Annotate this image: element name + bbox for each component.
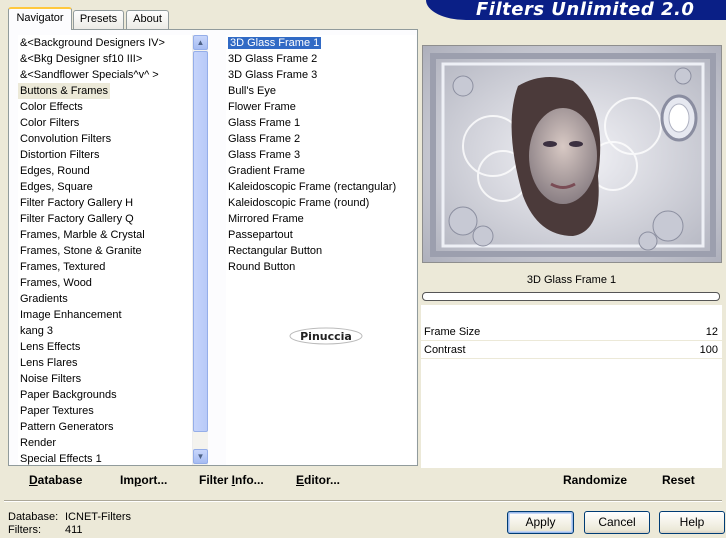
filter-item[interactable]: Round Button [226,259,416,275]
status-database-label: Database: [8,511,59,523]
category-item[interactable]: Color Filters [18,115,192,131]
filter-item[interactable]: 3D Glass Frame 2 [226,51,416,67]
filter-item-label: Passepartout [228,229,293,241]
category-item[interactable]: Paper Textures [18,403,192,419]
tab-navigator[interactable]: Navigator [8,7,72,30]
category-item[interactable]: Pattern Generators [18,419,192,435]
filter-info-button[interactable]: Filter Info... [199,473,264,487]
category-item[interactable]: &<Background Designers IV> [18,35,192,51]
category-item[interactable]: Lens Flares [18,355,192,371]
category-item[interactable]: &<Bkg Designer sf10 III> [18,51,192,67]
status-database-value: ICNET-Filters [65,511,131,523]
tab-presets[interactable]: Presets [73,10,124,29]
filter-item[interactable]: Passepartout [226,227,416,243]
param-slider[interactable]: Frame Size 12 [421,323,722,341]
category-item[interactable]: Lens Effects [18,339,192,355]
filter-item-label: Glass Frame 1 [228,117,301,129]
filter-item[interactable]: Kaleidoscopic Frame (rectangular) [226,179,416,195]
category-item[interactable]: Edges, Square [18,179,192,195]
filter-item-label: 3D Glass Frame 1 [228,37,322,49]
database-button[interactable]: Database [29,473,82,487]
apply-button[interactable]: Apply [507,511,574,534]
category-item[interactable]: Frames, Stone & Granite [18,243,192,259]
preview-filter-name: 3D Glass Frame 1 [421,268,722,292]
filter-item-label: Kaleidoscopic Frame (rectangular) [228,181,397,193]
scroll-thumb[interactable] [193,51,208,432]
scroll-down-button[interactable]: ▼ [193,449,208,464]
reset-button[interactable]: Reset [662,473,695,487]
filter-item[interactable]: 3D Glass Frame 1 [226,35,416,51]
category-item[interactable]: Noise Filters [18,371,192,387]
param-label: Contrast [424,344,466,356]
scroll-up-button[interactable]: ▲ [193,35,208,50]
category-item[interactable]: Buttons & Frames [18,83,111,99]
filter-item-label: Rectangular Button [228,245,323,257]
watermark-text: Pinuccia [300,330,352,343]
filter-item-label: Kaleidoscopic Frame (round) [228,197,370,209]
category-item[interactable]: Filter Factory Gallery H [18,195,192,211]
filter-item-label: Mirrored Frame [228,213,304,225]
progress-bar [422,292,720,301]
category-scrollbar[interactable]: ▲ ▼ [192,35,208,465]
category-item[interactable]: Convolution Filters [18,131,192,147]
randomize-button[interactable]: Randomize [563,473,627,487]
filter-item-label: Gradient Frame [228,165,306,177]
param-slider[interactable]: Contrast 100 [421,341,722,359]
divider [4,500,722,502]
filter-item[interactable]: Bull's Eye [226,83,416,99]
category-item[interactable]: Special Effects 1 [18,451,192,465]
editor-button[interactable]: Editor... [296,473,340,487]
watermark-logo: Pinuccia [289,327,363,345]
category-item[interactable]: Edges, Round [18,163,192,179]
filter-item-label: 3D Glass Frame 3 [228,69,318,81]
filter-item-label: 3D Glass Frame 2 [228,53,318,65]
category-item[interactable]: Distortion Filters [18,147,192,163]
param-value: 12 [705,326,718,338]
filter-list[interactable]: 3D Glass Frame 1 3D Glass Frame 2 3D Glass… [226,35,416,465]
parameter-panel: 3D Glass Frame 1 Frame Size 12 Contrast 100 [421,268,722,468]
filter-item[interactable]: Glass Frame 1 [226,115,416,131]
param-value: 100 [699,344,718,356]
filter-item-label: Flower Frame [228,101,296,113]
category-item[interactable]: kang 3 [18,323,192,339]
status-filters-label: Filters: [8,524,41,536]
filter-item-label: Bull's Eye [228,85,276,97]
filter-item[interactable]: Kaleidoscopic Frame (round) [226,195,416,211]
filter-item-label: Glass Frame 3 [228,149,301,161]
category-item[interactable]: &<Sandflower Specials^v^ > [18,67,192,83]
category-item[interactable]: Paper Backgrounds [18,387,192,403]
category-item[interactable]: Color Effects [18,99,192,115]
cancel-button[interactable]: Cancel [584,511,650,534]
filter-item[interactable]: Glass Frame 3 [226,147,416,163]
category-item[interactable]: Render [18,435,192,451]
category-list[interactable]: &<Background Designers IV> &<Bkg Designer… [18,35,192,465]
preview-image [422,45,722,263]
category-item[interactable]: Filter Factory Gallery Q [18,211,192,227]
filter-item[interactable]: Glass Frame 2 [226,131,416,147]
filter-item[interactable]: Mirrored Frame [226,211,416,227]
help-button[interactable]: Help [659,511,725,534]
status-filters-value: 411 [65,524,83,536]
filter-item[interactable]: Rectangular Button [226,243,416,259]
tab-about[interactable]: About [126,10,169,29]
filter-item[interactable]: Flower Frame [226,99,416,115]
param-label: Frame Size [424,326,481,338]
filter-item[interactable]: 3D Glass Frame 3 [226,67,416,83]
import-button[interactable]: Import... [120,473,167,487]
category-item[interactable]: Frames, Wood [18,275,192,291]
category-item[interactable]: Gradients [18,291,192,307]
filter-item-label: Glass Frame 2 [228,133,301,145]
category-item[interactable]: Frames, Textured [18,259,192,275]
category-item[interactable]: Frames, Marble & Crystal [18,227,192,243]
filter-item-label: Round Button [228,261,296,273]
category-item[interactable]: Image Enhancement [18,307,192,323]
app-banner-title: Filters Unlimited 2.0 [426,0,726,20]
filter-item[interactable]: Gradient Frame [226,163,416,179]
